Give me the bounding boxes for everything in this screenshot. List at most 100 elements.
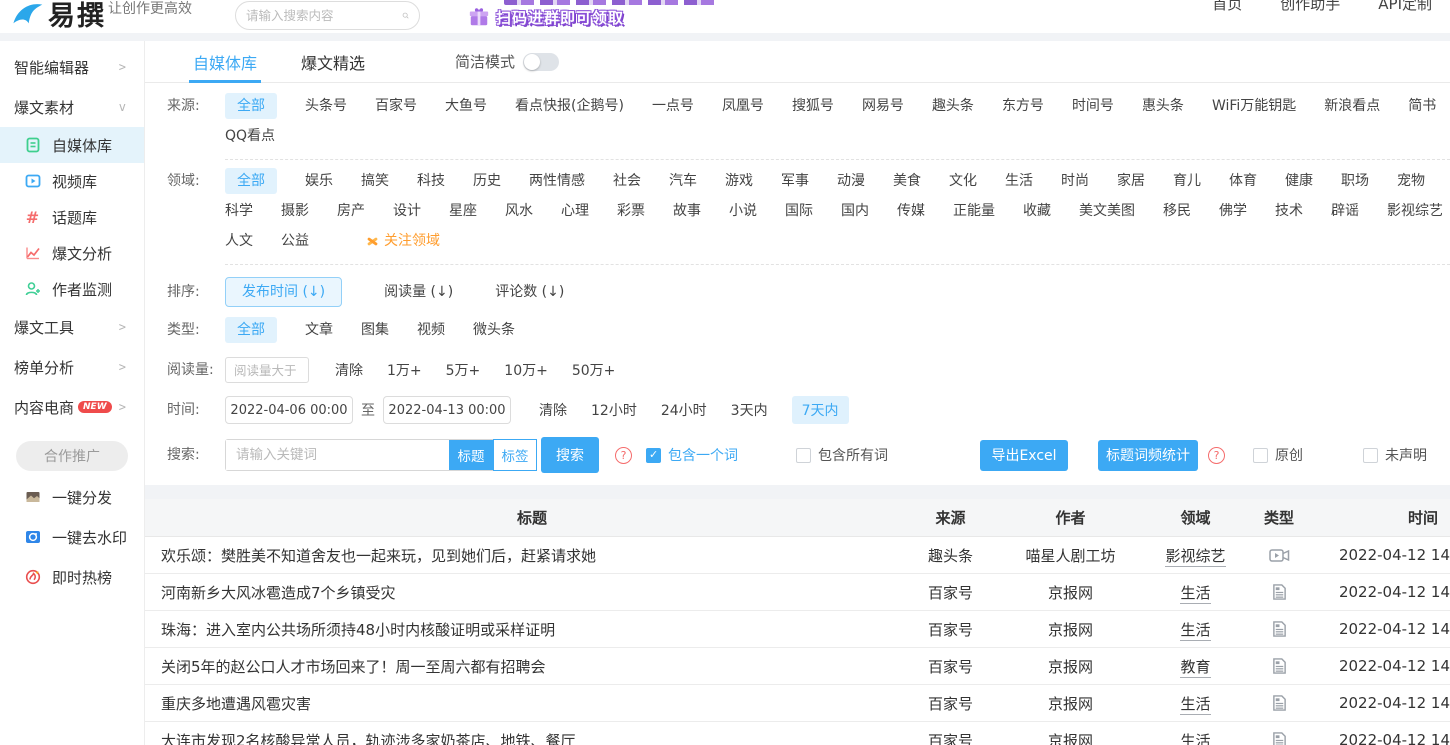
time-to-input[interactable] [383,396,511,424]
field-option[interactable]: 军事 [781,166,809,196]
field-option[interactable]: 生活 [1005,166,1033,196]
source-option[interactable]: 全部 [225,93,277,119]
checkbox-icon[interactable] [646,448,661,463]
undeclared-checkbox[interactable]: 未声明 [1363,445,1427,465]
read-count-input[interactable] [225,357,309,383]
tab-hot-articles[interactable]: 爆文精选 [301,41,365,83]
promo-banner[interactable]: 扫码进群即可领取 [468,0,728,33]
source-option[interactable]: 一点号 [652,91,694,121]
field-option[interactable]: 家居 [1117,166,1145,196]
field-option[interactable]: 育儿 [1173,166,1201,196]
sort-option[interactable]: 评论数 (↓) [495,277,564,307]
source-option[interactable]: 看点快报(企鹅号) [515,91,624,121]
field-option[interactable]: 星座 [449,196,477,226]
time-quick-option[interactable]: 24小时 [661,400,707,420]
field-option[interactable]: 小说 [729,196,757,226]
time-quick-option[interactable]: 清除 [539,400,567,420]
checkbox-icon[interactable] [1253,448,1268,463]
read-count-quick-option[interactable]: 10万+ [504,360,548,380]
checkbox-icon[interactable] [1363,448,1378,463]
field-option[interactable]: 心理 [561,196,589,226]
follow-field-button[interactable]: 关注领域 [365,226,440,256]
source-option[interactable]: 凤凰号 [722,91,764,121]
field-option[interactable]: 宠物 [1397,166,1425,196]
field-option[interactable]: 时尚 [1061,166,1089,196]
field-option[interactable]: 娱乐 [305,166,333,196]
source-option[interactable]: 时间号 [1072,91,1114,121]
keyword-input[interactable] [226,440,449,470]
field-option[interactable]: 影视综艺 [1387,196,1443,226]
time-from-input[interactable] [225,396,353,424]
search-button[interactable]: 搜索 [541,437,599,473]
field-option[interactable]: 国内 [841,196,869,226]
row-title-link[interactable]: 大连市发现2名核酸异常人员，轨迹涉多家奶茶店、地铁、餐厅 [145,730,903,745]
field-option[interactable]: 职场 [1341,166,1369,196]
row-field-link[interactable]: 生活 [1180,584,1210,604]
source-option[interactable]: 简书 [1408,91,1436,121]
row-field-link[interactable]: 教育 [1180,658,1210,678]
sidebar-item[interactable]: # 视频库 [0,163,144,199]
field-option[interactable]: 收藏 [1023,196,1051,226]
sort-option[interactable]: 发布时间 (↓) [225,277,342,307]
sidebar-item[interactable]: # 爆文分析 [0,235,144,271]
include-all-checkbox[interactable]: 包含所有词 [796,445,888,465]
source-option[interactable]: 东方号 [1002,91,1044,121]
source-option[interactable]: 大鱼号 [445,91,487,121]
time-quick-option[interactable]: 7天内 [792,396,849,424]
source-option[interactable]: 趣头条 [932,91,974,121]
field-option[interactable]: 公益 [281,226,309,256]
sidebar-group-ecommerce[interactable]: 内容电商 NEW > [0,387,144,427]
sidebar-item[interactable]: # 作者监测 [0,271,144,307]
row-author[interactable]: 京报网 [998,656,1143,677]
source-option[interactable]: 头条号 [305,91,347,121]
type-option[interactable]: 图集 [361,315,389,345]
sidebar-item[interactable]: # 自媒体库 [0,127,144,163]
field-option[interactable]: 社会 [613,166,641,196]
field-option[interactable]: 科技 [417,166,445,196]
top-nav-link[interactable]: 创作助手 [1280,0,1340,14]
row-title-link[interactable]: 河南新乡大风冰雹造成7个乡镇受灾 [145,582,903,603]
top-nav-link[interactable]: API定制 [1378,0,1432,14]
help-question-icon[interactable]: ? [615,447,632,464]
sidebar-group-tools[interactable]: 爆文工具 > [0,307,144,347]
field-option[interactable]: 体育 [1229,166,1257,196]
row-title-link[interactable]: 珠海：进入室内公共场所须持48小时内核酸证明或采样证明 [145,619,903,640]
sidebar-item[interactable]: # 话题库 [0,199,144,235]
field-option[interactable]: 摄影 [281,196,309,226]
logo[interactable]: 易撰 [10,0,106,33]
type-option[interactable]: 微头条 [473,315,515,345]
search-icon[interactable] [402,8,409,23]
tab-media-library[interactable]: 自媒体库 [193,41,257,83]
row-title-link[interactable]: 重庆多地遭遇风雹灾害 [145,693,903,714]
row-field-link[interactable]: 生活 [1180,621,1210,641]
row-author[interactable]: 喵星人剧工坊 [998,545,1143,566]
read-count-quick-option[interactable]: 5万+ [446,360,481,380]
help-question-icon[interactable]: ? [1208,447,1225,464]
row-author[interactable]: 京报网 [998,693,1143,714]
source-option[interactable]: 新浪看点 [1324,91,1380,121]
row-author[interactable]: 京报网 [998,730,1143,745]
checkbox-icon[interactable] [796,448,811,463]
field-option[interactable]: 房产 [337,196,365,226]
row-title-link[interactable]: 关闭5年的赵公口人才市场回来了！周一至周六都有招聘会 [145,656,903,677]
field-option[interactable]: 国际 [785,196,813,226]
read-count-quick-option[interactable]: 1万+ [387,360,422,380]
row-author[interactable]: 京报网 [998,582,1143,603]
source-option[interactable]: WiFi万能钥匙 [1212,91,1296,121]
original-checkbox[interactable]: 原创 [1253,445,1303,465]
sort-option[interactable]: 阅读量 (↓) [384,277,453,307]
field-option[interactable]: 两性情感 [529,166,585,196]
field-option[interactable]: 传媒 [897,196,925,226]
read-count-quick-option[interactable]: 清除 [335,360,363,380]
field-option[interactable]: 美文美图 [1079,196,1135,226]
field-option[interactable]: 历史 [473,166,501,196]
segment-tag-button[interactable]: 标签 [493,439,537,471]
type-option[interactable]: 全部 [225,317,277,343]
field-option[interactable]: 辟谣 [1331,196,1359,226]
row-field-link[interactable]: 生活 [1180,695,1210,715]
sidebar-item[interactable]: # 一键分发 [0,477,144,517]
field-option[interactable]: 搞笑 [361,166,389,196]
field-option[interactable]: 文化 [949,166,977,196]
sidebar-item[interactable]: # 即时热榜 [0,557,144,597]
field-option[interactable]: 汽车 [669,166,697,196]
